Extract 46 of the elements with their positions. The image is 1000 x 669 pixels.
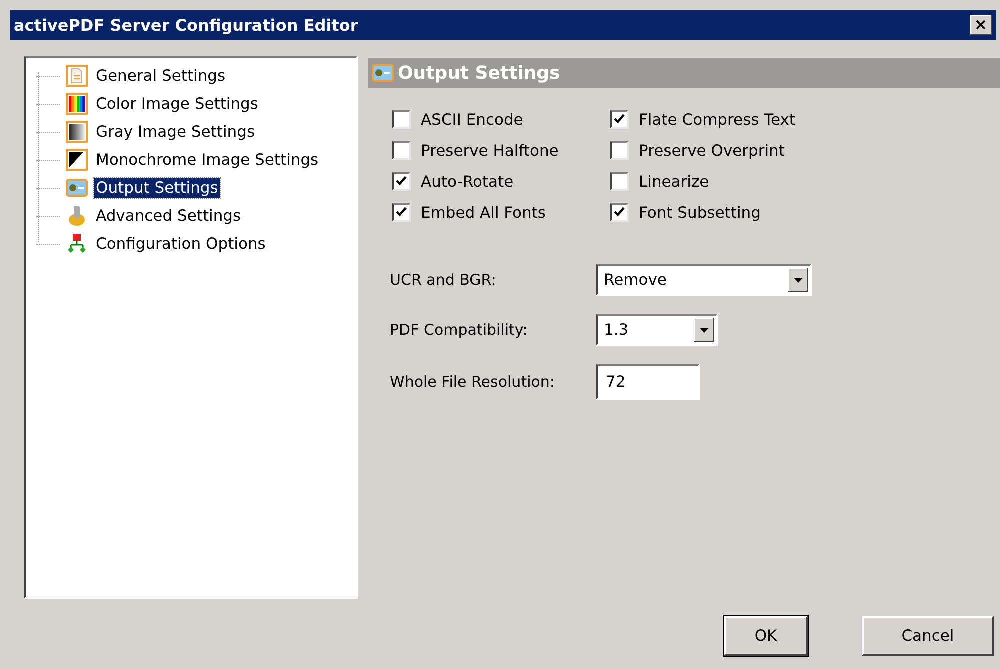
ok-button[interactable]: OK — [724, 616, 808, 656]
field-label: UCR and BGR: — [390, 271, 498, 289]
checkbox[interactable] — [392, 110, 411, 129]
tree-item[interactable]: Gray Image Settings — [94, 122, 258, 142]
field-label: Whole File Resolution: — [390, 373, 556, 391]
tree-item[interactable]: Color Image Settings — [94, 94, 260, 114]
tree-item[interactable]: Monochrome Image Settings — [94, 150, 321, 170]
checkbox[interactable] — [392, 141, 411, 160]
checkmark-icon — [614, 207, 625, 218]
tree-item[interactable]: General Settings — [94, 66, 228, 86]
checkbox-label: Flate Compress Text — [639, 110, 796, 128]
document-icon — [66, 65, 88, 87]
checkmark-icon — [614, 114, 625, 125]
checkbox-label: Preserve Halftone — [421, 142, 559, 160]
checkmark-icon — [396, 207, 407, 218]
tree-item[interactable]: Output Settings — [94, 178, 220, 198]
window-title: activePDF Server Configuration Editor — [14, 16, 358, 34]
checkbox-label: Preserve Overprint — [639, 142, 785, 160]
checkbox-label: ASCII Encode — [421, 110, 524, 128]
caret-icon — [700, 328, 708, 332]
checkbox[interactable] — [392, 172, 411, 191]
input-field[interactable]: 72 — [596, 364, 700, 400]
gradient-icon — [66, 121, 88, 143]
checkbox-label: Linearize — [639, 172, 710, 190]
checkmark-icon — [396, 176, 407, 187]
checkbox[interactable] — [610, 110, 629, 129]
dropdown[interactable]: 1.3 — [596, 314, 718, 346]
tree-item[interactable]: Configuration Options — [94, 234, 268, 254]
caret-icon — [794, 278, 802, 282]
hierarchy-icon — [66, 233, 88, 255]
checkbox[interactable] — [610, 141, 629, 160]
checkbox-label: Embed All Fonts — [421, 204, 546, 222]
dropdown[interactable]: Remove — [596, 264, 812, 296]
checkbox-label: Font Subsetting — [639, 204, 761, 222]
checkbox[interactable] — [610, 203, 629, 222]
close-button[interactable]: × — [970, 15, 992, 35]
checkbox[interactable] — [610, 172, 629, 191]
panel-title: Output Settings — [398, 62, 560, 84]
cancel-button[interactable]: Cancel — [862, 616, 994, 656]
tree-item[interactable]: Advanced Settings — [94, 206, 244, 226]
field-label: PDF Compatibility: — [390, 321, 529, 339]
checkbox[interactable] — [392, 203, 411, 222]
checkbox-label: Auto-Rotate — [421, 172, 514, 190]
output-icon — [372, 62, 394, 84]
output-icon — [66, 177, 88, 199]
spectrum-icon — [66, 93, 88, 115]
